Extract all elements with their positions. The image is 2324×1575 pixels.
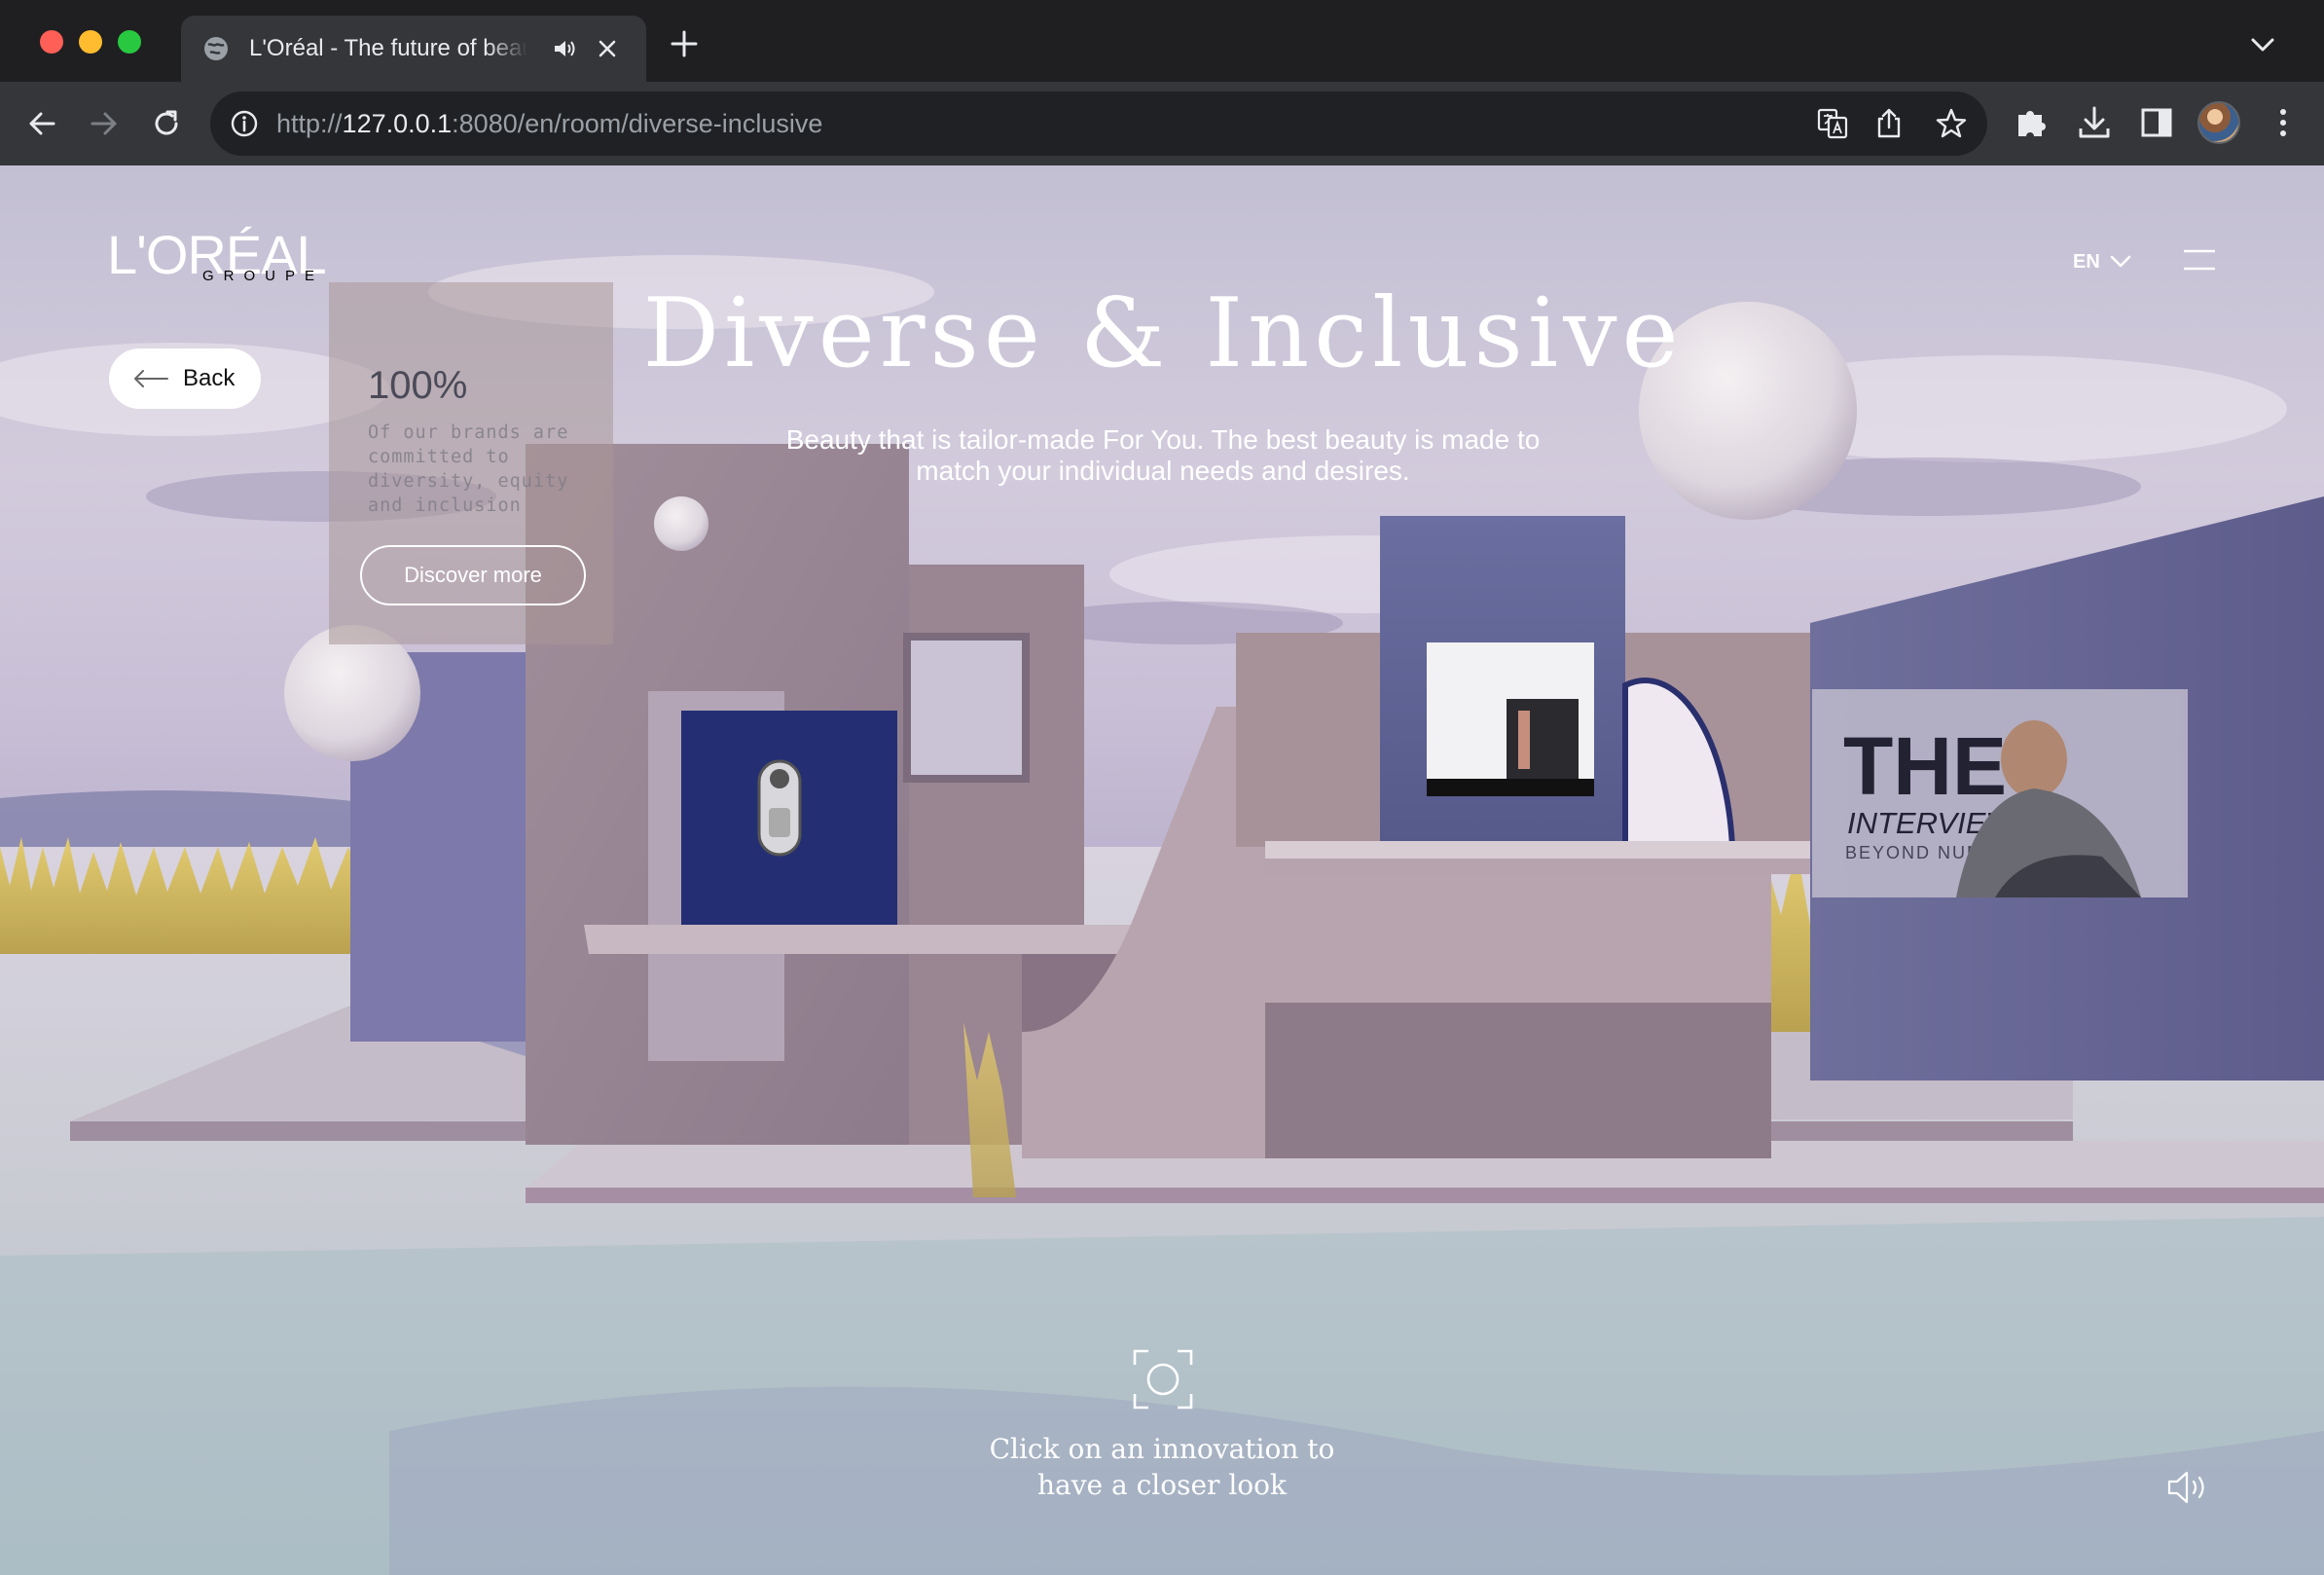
globe-icon bbox=[204, 37, 228, 60]
hint-text: Click on an innovation to have a closer … bbox=[989, 1433, 1335, 1501]
speaker-icon[interactable] bbox=[551, 35, 578, 62]
url-text[interactable]: http://127.0.0.1:8080/en/room/diverse-in… bbox=[276, 107, 822, 140]
page-viewport: THE INTERVIEW BEYOND NUMBERS L'ORÉAL GRO… bbox=[0, 165, 2324, 1575]
plus-icon[interactable] bbox=[670, 29, 699, 58]
star-icon[interactable] bbox=[1935, 107, 1968, 140]
back-button-label: Back bbox=[183, 365, 236, 391]
url-path: :8080/en/room/diverse-inclusive bbox=[452, 109, 823, 138]
url-scheme: http:// bbox=[276, 109, 343, 138]
forward-icon bbox=[91, 112, 117, 135]
browser-toolbar: http://127.0.0.1:8080/en/room/diverse-in… bbox=[0, 82, 2324, 165]
page-subtitle: Beauty that is tailor-made For You. The … bbox=[785, 424, 1541, 486]
tab-title: L'Oréal - The future of beauty bbox=[249, 35, 527, 61]
translate-icon[interactable] bbox=[1816, 107, 1849, 140]
address-bar[interactable]: http://127.0.0.1:8080/en/room/diverse-in… bbox=[210, 92, 1987, 156]
back-button[interactable]: Back bbox=[109, 348, 261, 409]
back-icon bbox=[29, 112, 55, 135]
url-host: 127.0.0.1 bbox=[342, 109, 453, 138]
stat-value: 100% bbox=[368, 364, 468, 407]
reload-button[interactable] bbox=[144, 101, 189, 146]
chevron-down-icon[interactable] bbox=[2250, 35, 2275, 55]
discover-more-button[interactable]: Discover more bbox=[360, 545, 586, 605]
interview-line1: THE bbox=[1843, 720, 2007, 812]
close-icon[interactable] bbox=[594, 35, 621, 62]
hamburger-icon[interactable] bbox=[2184, 247, 2215, 273]
language-label: EN bbox=[2073, 251, 2100, 273]
info-icon[interactable] bbox=[230, 109, 259, 138]
puzzle-icon[interactable] bbox=[2013, 103, 2052, 142]
browser-chrome: L'Oréal - The future of beauty http://12… bbox=[0, 0, 2324, 165]
language-selector[interactable]: EN bbox=[2073, 247, 2131, 276]
minimize-window-button[interactable] bbox=[79, 30, 102, 54]
arrow-left-icon bbox=[134, 370, 168, 387]
focus-target-icon bbox=[1133, 1349, 1193, 1410]
sound-icon[interactable] bbox=[2166, 1470, 2211, 1505]
kebab-menu-icon[interactable] bbox=[2264, 103, 2303, 142]
forward-nav-button[interactable] bbox=[82, 101, 127, 146]
logo-sub-text: GROUPE bbox=[202, 268, 325, 284]
stat-description: Of our brands are committed to diversity… bbox=[368, 422, 569, 516]
close-window-button[interactable] bbox=[40, 30, 63, 54]
chevron-down-icon bbox=[2110, 255, 2131, 268]
sidepanel-icon[interactable] bbox=[2137, 103, 2176, 142]
download-icon[interactable] bbox=[2075, 103, 2114, 142]
share-icon[interactable] bbox=[1872, 107, 1906, 140]
browser-tab[interactable]: L'Oréal - The future of beauty bbox=[181, 16, 646, 82]
tab-strip: L'Oréal - The future of beauty bbox=[0, 0, 2324, 82]
page-title: Diverse & Inclusive bbox=[642, 278, 1684, 389]
reload-icon bbox=[155, 110, 178, 135]
maximize-window-button[interactable] bbox=[118, 30, 141, 54]
profile-avatar[interactable] bbox=[2197, 101, 2240, 144]
back-nav-button[interactable] bbox=[19, 101, 64, 146]
